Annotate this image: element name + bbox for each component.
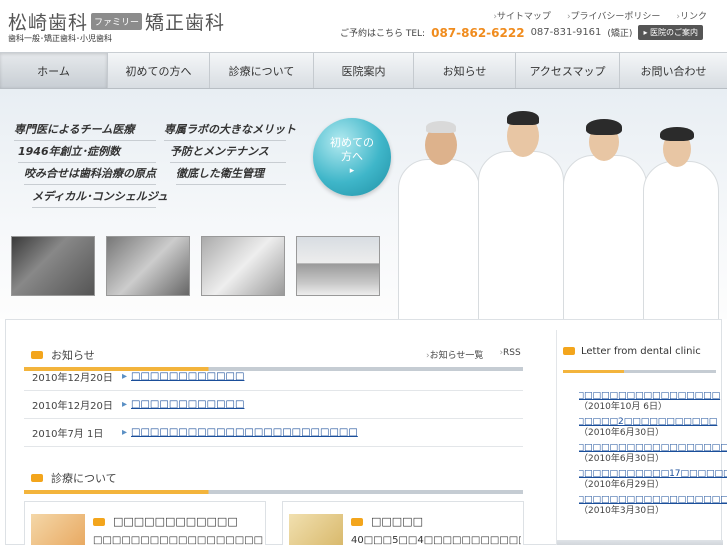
letter-item: □□□□□□□□□□□□□□□□□ （2010年10月 6日）	[579, 391, 727, 413]
treatment-card-title: □□□□□	[351, 515, 423, 528]
photo-clinic-equipment	[106, 236, 190, 296]
letter-link[interactable]: □□□□□□□□□□□17□□□□□□□□	[579, 469, 727, 480]
feature-dental-lab[interactable]: 専属ラボの大きなメリット	[164, 121, 296, 141]
first-visit-circle-button[interactable]: 初めての 方へ ▸	[313, 118, 391, 196]
sidebar-letters: Letter from dental clinic □□□□□□□□□□□□□□…	[556, 330, 727, 545]
tagline: 歯科一般･矯正歯科･小児歯科	[8, 34, 112, 43]
treatment-card-body: □□□□□□□□□□□□□□□□□□□□□□□	[93, 535, 263, 545]
section-bullet-icon	[351, 517, 363, 526]
news-date: 2010年12月20日	[32, 373, 113, 384]
letter-link[interactable]: □□□□□2□□□□□□□□□□□	[579, 417, 727, 428]
news-link[interactable]: □□□□□□□□□□□□	[122, 399, 244, 410]
news-link[interactable]: □□□□□□□□□□□□	[122, 371, 244, 382]
photo-staff-group	[11, 236, 95, 296]
section-bullet-icon	[93, 517, 105, 526]
treatment-card-title: □□□□□□□□□□□□	[93, 515, 238, 528]
letters-divider	[563, 370, 716, 373]
news-row: 2010年7月 1日 □□□□□□□□□□□□□□□□□□□□□□□□	[24, 419, 523, 447]
feature-hygiene[interactable]: 徹底した衛生管理	[176, 165, 286, 185]
letter-item: □□□□□□□□□□□17□□□□□□□□ （2010年6月29日）	[579, 469, 727, 491]
site-logo[interactable]: 松崎歯科 ファミリー 矯正歯科	[8, 8, 225, 35]
feature-prevention[interactable]: 予防とメンテナンス	[170, 143, 286, 163]
top-links: サイトマップ プライバシーポリシー リンク	[493, 9, 707, 22]
photo-clinic-building	[296, 236, 380, 296]
nav-item-contact[interactable]: お問い合わせ	[620, 53, 727, 88]
treatment-divider	[24, 490, 523, 494]
logo-sub-text: 矯正歯科	[145, 12, 226, 34]
letter-item: □□□□□2□□□□□□□□□□□ （2010年6月30日）	[579, 417, 727, 439]
contact-prefix: ご予約はこちら TEL:	[340, 29, 426, 39]
letter-date: （2010年10月 6日）	[579, 402, 667, 412]
contact-info: ご予約はこちら TEL: 087-862-6222 087-831-9161 (…	[340, 25, 703, 40]
nav-item-news[interactable]: お知らせ	[414, 53, 516, 88]
news-date: 2010年12月20日	[32, 401, 113, 412]
letter-link[interactable]: □□□□□□□□□□□□□□□□□	[579, 391, 727, 402]
treatment-title: 診療について	[51, 472, 117, 485]
news-row: 2010年12月20日 □□□□□□□□□□□□	[24, 363, 523, 391]
news-links: お知らせ一覧 RSS	[426, 348, 521, 361]
letter-item: □□□□□□□□□□□□□□□□□□ （2010年3月30日）	[579, 495, 727, 517]
section-bullet-icon	[31, 351, 43, 359]
circle-arrow-icon: ▸	[349, 166, 355, 176]
letter-date: （2010年6月30日）	[579, 454, 665, 464]
tel-main: 087-862-6222	[431, 25, 525, 40]
circle-line1: 初めての	[330, 136, 374, 149]
nav-item-access-map[interactable]: アクセスマップ	[516, 53, 620, 88]
section-bullet-icon	[31, 474, 43, 482]
nav-item-treatment[interactable]: 診療について	[210, 53, 314, 88]
tel-ortho: 087-831-9161	[530, 27, 602, 38]
feature-occlusion[interactable]: 咬み合せは歯科治療の原点	[24, 165, 156, 185]
logo-badge: ファミリー	[91, 13, 143, 30]
letter-link[interactable]: □□□□□□□□□□□□□□□□□□□□□□□□	[579, 443, 727, 454]
treatment-header: 診療について	[31, 467, 117, 489]
news-date: 2010年7月 1日	[32, 429, 104, 440]
nav-item-clinic-info[interactable]: 医院案内	[314, 53, 414, 88]
letters-title: Letter from dental clinic	[581, 345, 701, 357]
news-list-link[interactable]: お知らせ一覧	[426, 348, 484, 361]
letter-item: □□□□□□□□□□□□□□□□□□□□□□□□ （2010年6月30日）	[579, 443, 727, 465]
nav-item-first-visit[interactable]: 初めての方へ	[108, 53, 210, 88]
links-link[interactable]: リンク	[676, 9, 707, 22]
sitemap-link[interactable]: サイトマップ	[493, 9, 551, 22]
letter-date: （2010年6月30日）	[579, 428, 665, 438]
hero-banner: 専門医によるチーム医療 1946年創立･症例数 咬み合せは歯科治療の原点 メディ…	[0, 89, 727, 319]
clinic-guide-label: 医院のご案内	[650, 28, 698, 37]
letter-link[interactable]: □□□□□□□□□□□□□□□□□□	[579, 495, 727, 506]
feature-concierge[interactable]: メディカル･コンシェルジュ	[32, 188, 168, 208]
treatment-card[interactable]: □□□□□□□□□□□□ □□□□□□□□□□□□□□□□□□□□□□□	[24, 501, 266, 545]
feature-team-medicine[interactable]: 専門医によるチーム医療	[14, 121, 156, 141]
treatment-card[interactable]: □□□□□ 40□□□5□□4□□□□□□□□□□□□□□□□□□	[282, 501, 524, 545]
photo-treatment	[201, 236, 285, 296]
site-header: 松崎歯科 ファミリー 矯正歯科 歯科一般･矯正歯科･小児歯科 サイトマップ プラ…	[0, 0, 727, 52]
treatment-card-body: 40□□□5□□4□□□□□□□□□□□□□□□□□□	[351, 535, 521, 545]
treatment-card-image	[31, 514, 85, 545]
nav-item-home[interactable]: ホーム	[0, 53, 108, 88]
treatment-card-image	[289, 514, 343, 545]
clinic-guide-button[interactable]: ▸ 医院のご案内	[638, 25, 703, 40]
section-bullet-icon	[563, 347, 575, 355]
news-link[interactable]: □□□□□□□□□□□□□□□□□□□□□□□□	[122, 427, 358, 438]
rss-link[interactable]: RSS	[499, 348, 521, 361]
treatment-card-title-text: □□□□□□□□□□□□	[113, 515, 238, 528]
main-nav: ホーム 初めての方へ 診療について 医院案内 お知らせ アクセスマップ お問い合…	[0, 52, 727, 89]
feature-founding[interactable]: 1946年創立･症例数	[18, 143, 156, 163]
letter-date: （2010年3月30日）	[579, 506, 665, 516]
main-content: お知らせ お知らせ一覧 RSS 2010年12月20日 □□□□□□□□□□□□…	[5, 319, 727, 545]
letters-header: Letter from dental clinic	[563, 335, 713, 367]
sidebar-bottom-bar	[557, 540, 723, 545]
privacy-policy-link[interactable]: プライバシーポリシー	[567, 9, 661, 22]
news-title: お知らせ	[51, 349, 95, 362]
treatment-card-title-text: □□□□□	[371, 515, 423, 528]
tel-ortho-note: (矯正)	[607, 29, 633, 39]
circle-line2: 方へ	[341, 150, 363, 163]
news-row: 2010年12月20日 □□□□□□□□□□□□	[24, 391, 523, 419]
logo-main-text: 松崎歯科	[8, 12, 89, 34]
letter-date: （2010年6月29日）	[579, 480, 665, 490]
